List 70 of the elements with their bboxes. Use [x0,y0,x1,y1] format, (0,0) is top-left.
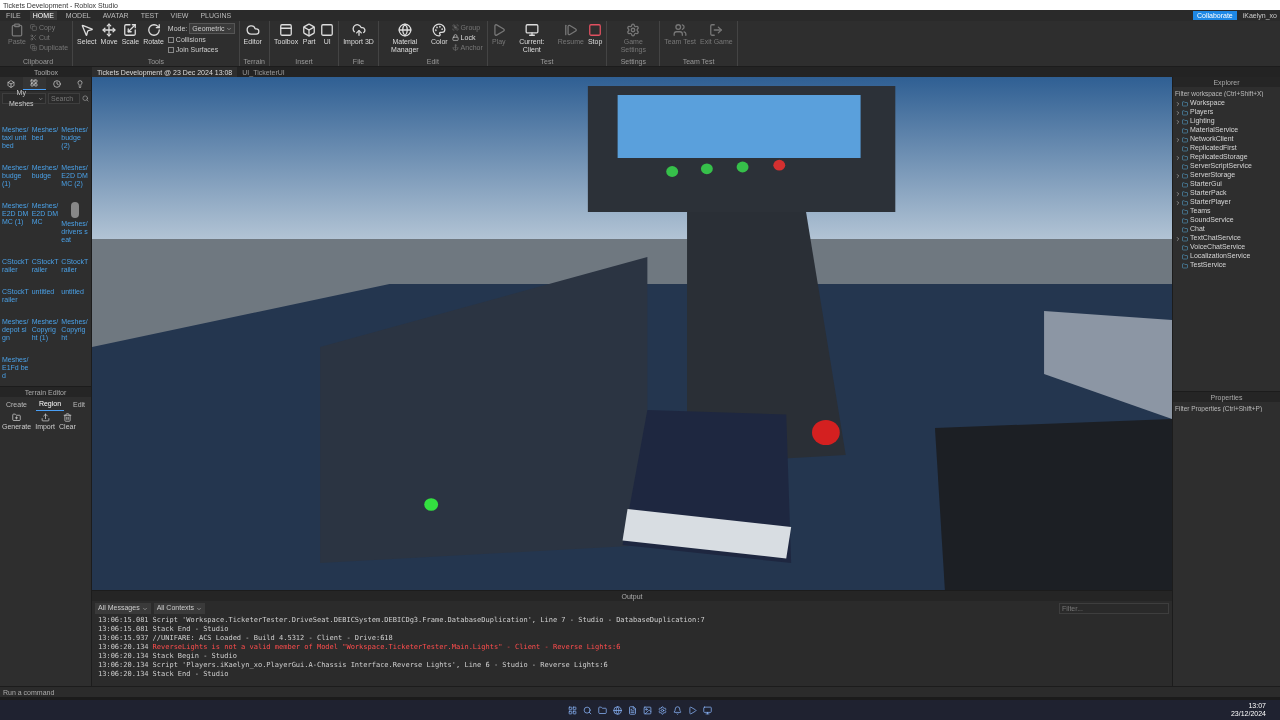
tool-icon [491,23,506,37]
caret-icon [225,25,232,32]
app-icon[interactable] [703,705,712,715]
service-icon [1182,100,1188,107]
service-icon [1182,199,1188,206]
caret-icon [37,95,43,102]
tab-icon [7,79,16,88]
tool-icon [123,23,138,37]
checkbox[interactable] [167,46,174,53]
service-icon [1182,118,1188,125]
tool-icon [397,23,412,37]
service-icon [1182,172,1188,179]
tool-icon [320,23,335,37]
tool-icon [146,23,161,37]
tool-icon [563,23,578,37]
service-icon [1182,235,1188,242]
terrain-tool-icon [40,412,50,422]
app-icon[interactable] [658,705,667,715]
tool-icon [279,23,294,37]
terrain-tool-icon [62,412,72,422]
service-icon [1182,208,1188,215]
search-icon [82,95,89,102]
service-icon [1182,145,1188,152]
tool-icon [302,23,317,37]
service-icon [1182,127,1188,134]
tool-icon [588,23,603,37]
app-icon[interactable] [628,705,637,715]
app-icon[interactable] [673,705,682,715]
tool-icon [245,23,260,37]
app-icon[interactable] [598,705,607,715]
caret-icon [196,605,202,612]
service-icon [1182,109,1188,116]
checkbox[interactable] [167,36,174,43]
tab-icon [75,79,84,88]
service-icon [1182,154,1188,161]
tab-icon [52,79,61,88]
service-icon [1182,253,1188,260]
toolbox-tab[interactable] [22,77,46,90]
tool-icon [102,23,117,37]
app-icon[interactable] [583,705,592,715]
service-icon [1182,262,1188,269]
tool-icon [9,23,24,37]
tool-icon [432,23,447,37]
service-icon [1182,190,1188,197]
tool-icon [451,24,459,31]
tool-icon [29,34,37,41]
terrain-tool-icon [12,412,22,422]
service-icon [1182,163,1188,170]
app-icon[interactable] [643,705,652,715]
tab-icon [30,79,39,87]
service-icon [1182,226,1188,233]
caret-icon [141,605,148,612]
tool-icon [709,23,724,37]
tool-icon [29,24,37,31]
app-icon[interactable] [568,705,577,715]
tool-icon [524,23,539,37]
service-icon [1182,136,1188,143]
tool-icon [29,44,37,51]
tool-icon [451,44,459,51]
service-icon [1182,217,1188,224]
tool-icon [451,34,459,41]
service-icon [1182,244,1188,251]
app-icon[interactable] [688,705,697,715]
tool-icon [351,23,366,37]
tool-icon [626,23,641,37]
seat-thumbnail [71,202,80,218]
app-icon[interactable] [613,705,622,715]
tool-icon [673,23,688,37]
service-icon [1182,181,1188,188]
tool-icon [79,23,94,37]
